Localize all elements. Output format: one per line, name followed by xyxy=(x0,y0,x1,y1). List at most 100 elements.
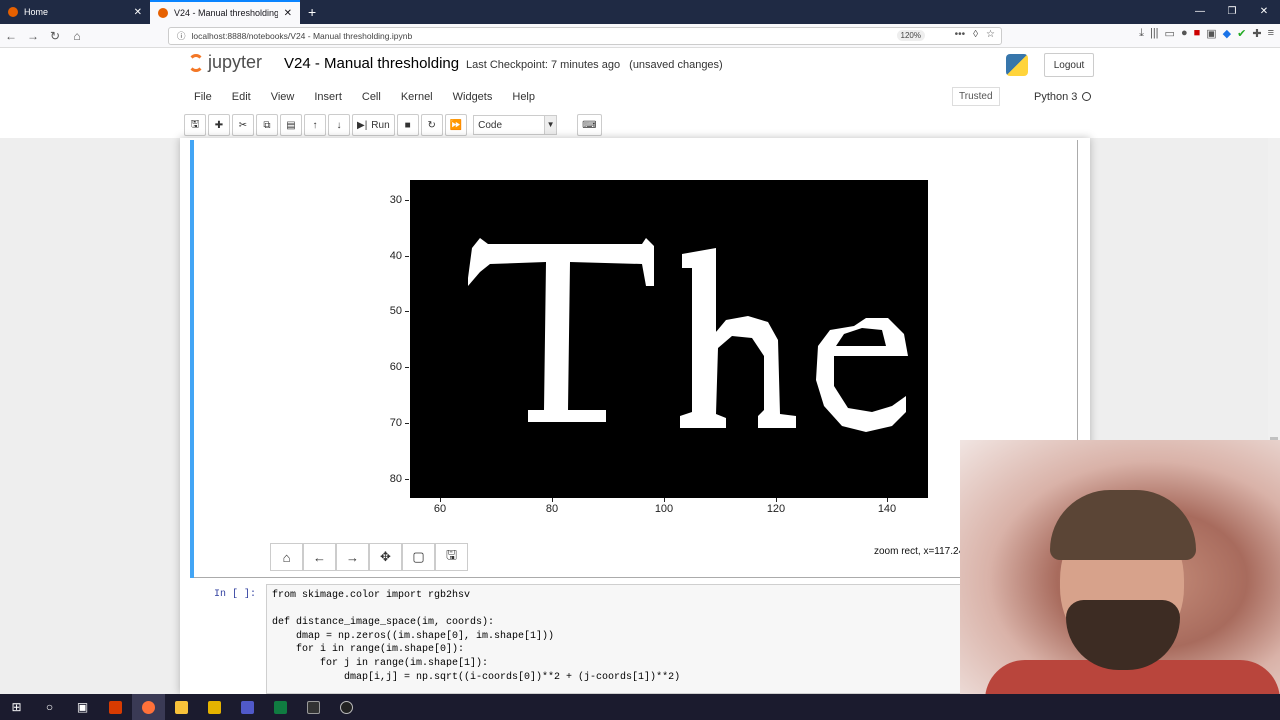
pocket-icon[interactable]: ◊ xyxy=(973,29,978,40)
menu-insert[interactable]: Insert xyxy=(304,91,352,103)
figure-save-button[interactable]: 🖫 xyxy=(435,543,468,571)
x-tick-label: 80 xyxy=(545,503,559,515)
minimize-icon[interactable]: — xyxy=(1184,0,1216,24)
command-palette-button[interactable]: ⌨ xyxy=(577,114,602,136)
figure-zoom-button[interactable]: ▢ xyxy=(402,543,435,571)
ublock-icon[interactable]: ■ xyxy=(1194,27,1201,40)
tab-notebook[interactable]: V24 - Manual thresholding ✕ xyxy=(150,0,300,24)
y-tick-label: 70 xyxy=(389,417,402,429)
interrupt-button[interactable]: ■ xyxy=(396,114,419,136)
taskbar-app-explorer[interactable] xyxy=(165,694,198,720)
menu-help[interactable]: Help xyxy=(502,91,545,103)
tab-home[interactable]: Home ✕ xyxy=(0,0,150,24)
reload-icon[interactable]: ↻ xyxy=(44,29,66,43)
close-window-icon[interactable]: ✕ xyxy=(1248,0,1280,24)
puzzle-icon[interactable]: ✚ xyxy=(1252,27,1261,40)
kernel-name: Python 3 xyxy=(1034,91,1078,103)
new-tab-button[interactable]: + xyxy=(300,0,324,24)
menu-file[interactable]: File xyxy=(184,91,222,103)
x-tick-mark xyxy=(776,498,777,502)
search-button[interactable]: ○ xyxy=(33,694,66,720)
restore-icon[interactable]: ❐ xyxy=(1216,0,1248,24)
menu-cell[interactable]: Cell xyxy=(352,91,391,103)
save-icon: 🖫 xyxy=(445,547,458,562)
code-editor[interactable]: from skimage.color import rgb2hsv def dis… xyxy=(266,584,1078,694)
windows-taskbar: ⊞ ○ ▣ xyxy=(0,694,1280,720)
logout-button[interactable]: Logout xyxy=(1044,53,1094,77)
library-icon[interactable]: ||| xyxy=(1150,27,1159,40)
back-icon[interactable]: ← xyxy=(0,29,22,43)
trusted-indicator[interactable]: Trusted xyxy=(952,87,1000,106)
menu-widgets[interactable]: Widgets xyxy=(443,91,503,103)
task-view-button[interactable]: ▣ xyxy=(66,694,99,720)
window-controls: — ❐ ✕ xyxy=(1184,0,1280,24)
y-tick-mark xyxy=(405,311,409,312)
screenshot-icon[interactable]: ◆ xyxy=(1223,27,1231,40)
taskbar-app-firefox[interactable] xyxy=(132,694,165,720)
forward-icon[interactable]: → xyxy=(22,29,44,43)
obs-icon xyxy=(340,700,353,714)
url-bar[interactable]: ⓘ localhost:8888/notebooks/V24 - Manual … xyxy=(168,27,1002,45)
image-plot[interactable] xyxy=(410,180,928,498)
download-icon[interactable]: ⤓ xyxy=(1139,27,1144,40)
home-icon[interactable]: ⌂ xyxy=(66,29,88,43)
menu-kernel[interactable]: Kernel xyxy=(391,91,443,103)
bookmark-star-icon[interactable]: ☆ xyxy=(986,29,995,40)
restart-run-all-button[interactable]: ⏩ xyxy=(444,114,468,136)
move-down-button[interactable]: ↓ xyxy=(328,114,350,136)
zoom-level-badge[interactable]: 120% xyxy=(896,30,925,41)
jupyter-logo[interactable]: jupyter xyxy=(188,52,262,73)
taskbar-app-excel[interactable] xyxy=(264,694,297,720)
notes-icon xyxy=(208,700,221,714)
save-button[interactable]: 🖫 xyxy=(184,114,206,136)
menu-icon[interactable]: ≡ xyxy=(1268,27,1274,40)
taskbar-app-office[interactable] xyxy=(99,694,132,720)
account-icon[interactable]: ● xyxy=(1181,27,1188,40)
menu-edit[interactable]: Edit xyxy=(222,91,261,103)
paste-button[interactable]: ▤ xyxy=(280,114,302,136)
copy-button[interactable]: ⧉ xyxy=(256,114,278,136)
figure-pan-button[interactable]: ✥ xyxy=(369,543,402,571)
tab-close-icon[interactable]: ✕ xyxy=(134,7,142,18)
code-line: dmap[i,j] = np.sqrt((i-coords[0])**2 + (… xyxy=(272,671,681,683)
office-icon xyxy=(109,700,122,714)
jupyter-logo-icon xyxy=(188,53,204,72)
tab-close-icon[interactable]: ✕ xyxy=(284,8,292,19)
menu-view[interactable]: View xyxy=(261,91,305,103)
figure-back-button[interactable]: ← xyxy=(303,543,336,571)
x-tick-mark xyxy=(664,498,665,502)
check-extension-icon[interactable]: ✔ xyxy=(1237,27,1246,40)
page-actions-icon[interactable]: ••• xyxy=(955,29,966,40)
x-tick-mark xyxy=(887,498,888,502)
keyboard-icon: ⌨ xyxy=(582,119,597,131)
taskbar-app-terminal[interactable] xyxy=(297,694,330,720)
cut-button[interactable]: ✂ xyxy=(232,114,254,136)
task-view-icon: ▣ xyxy=(76,700,89,714)
scissors-icon: ✂ xyxy=(238,119,248,131)
insert-cell-button[interactable]: ✚ xyxy=(208,114,230,136)
jupyter-wordmark: jupyter xyxy=(208,52,263,72)
figure-forward-button[interactable]: → xyxy=(336,543,369,571)
folder-icon xyxy=(175,700,188,714)
reader-icon[interactable]: ▭ xyxy=(1165,27,1175,40)
figure-home-button[interactable]: ⌂ xyxy=(270,543,303,571)
run-label: Run xyxy=(371,119,390,131)
cell-type-select[interactable]: Code ▼ xyxy=(473,115,558,135)
url-text: localhost:8888/notebooks/V24 - Manual th… xyxy=(191,31,413,41)
extension-icon[interactable]: ▣ xyxy=(1206,27,1216,40)
start-button[interactable]: ⊞ xyxy=(0,694,33,720)
taskbar-app-teams[interactable] xyxy=(231,694,264,720)
code-line: from skimage.color import rgb2hsv xyxy=(272,590,471,601)
code-line: for j in range(im.shape[1]): xyxy=(272,657,489,669)
step-forward-icon: ▶| xyxy=(357,119,368,131)
info-icon[interactable]: ⓘ xyxy=(177,30,186,42)
restart-icon: ↻ xyxy=(427,119,436,131)
restart-button[interactable]: ↻ xyxy=(420,114,443,136)
taskbar-app-obs[interactable] xyxy=(330,694,363,720)
python-logo-icon xyxy=(1006,54,1028,76)
taskbar-app-notes[interactable] xyxy=(198,694,231,720)
run-button[interactable]: ▶| Run xyxy=(352,114,395,136)
move-up-button[interactable]: ↑ xyxy=(304,114,326,136)
notebook-title[interactable]: V24 - Manual thresholding xyxy=(284,55,459,72)
